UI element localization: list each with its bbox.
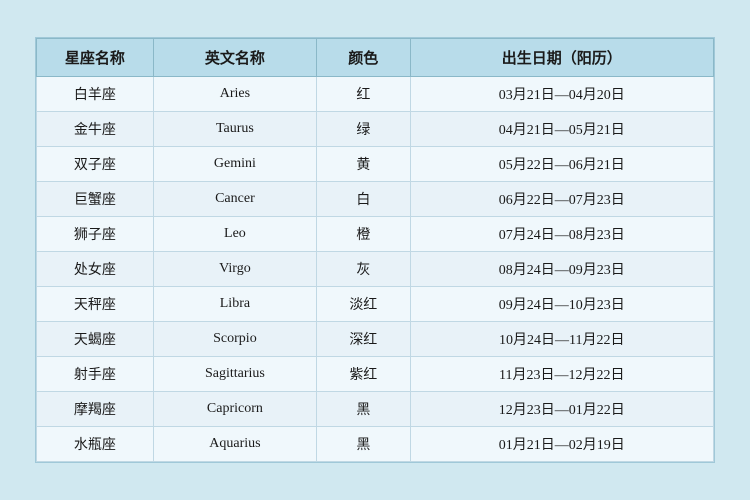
- cell-date: 10月24日—11月22日: [410, 322, 714, 357]
- cell-english: Leo: [153, 217, 316, 252]
- table-row: 摩羯座Capricorn黑12月23日—01月22日: [37, 392, 714, 427]
- cell-english: Libra: [153, 287, 316, 322]
- table-row: 金牛座Taurus绿04月21日—05月21日: [37, 112, 714, 147]
- table-row: 天蝎座Scorpio深红10月24日—11月22日: [37, 322, 714, 357]
- cell-color: 黑: [317, 392, 410, 427]
- cell-color: 橙: [317, 217, 410, 252]
- table-header-row: 星座名称 英文名称 颜色 出生日期（阳历）: [37, 39, 714, 77]
- cell-english: Aries: [153, 77, 316, 112]
- cell-date: 01月21日—02月19日: [410, 427, 714, 462]
- cell-color: 白: [317, 182, 410, 217]
- cell-color: 灰: [317, 252, 410, 287]
- table-row: 天秤座Libra淡红09月24日—10月23日: [37, 287, 714, 322]
- cell-chinese: 金牛座: [37, 112, 154, 147]
- cell-chinese: 巨蟹座: [37, 182, 154, 217]
- cell-color: 红: [317, 77, 410, 112]
- table-row: 处女座Virgo灰08月24日—09月23日: [37, 252, 714, 287]
- cell-color: 淡红: [317, 287, 410, 322]
- table-row: 水瓶座Aquarius黑01月21日—02月19日: [37, 427, 714, 462]
- cell-date: 08月24日—09月23日: [410, 252, 714, 287]
- cell-english: Cancer: [153, 182, 316, 217]
- cell-date: 06月22日—07月23日: [410, 182, 714, 217]
- cell-chinese: 摩羯座: [37, 392, 154, 427]
- cell-color: 深红: [317, 322, 410, 357]
- cell-english: Taurus: [153, 112, 316, 147]
- cell-color: 紫红: [317, 357, 410, 392]
- cell-chinese: 天秤座: [37, 287, 154, 322]
- cell-date: 05月22日—06月21日: [410, 147, 714, 182]
- cell-date: 04月21日—05月21日: [410, 112, 714, 147]
- cell-chinese: 狮子座: [37, 217, 154, 252]
- header-chinese: 星座名称: [37, 39, 154, 77]
- cell-chinese: 处女座: [37, 252, 154, 287]
- header-english: 英文名称: [153, 39, 316, 77]
- cell-date: 11月23日—12月22日: [410, 357, 714, 392]
- header-color: 颜色: [317, 39, 410, 77]
- table-row: 巨蟹座Cancer白06月22日—07月23日: [37, 182, 714, 217]
- cell-color: 黑: [317, 427, 410, 462]
- cell-date: 12月23日—01月22日: [410, 392, 714, 427]
- table-row: 双子座Gemini黄05月22日—06月21日: [37, 147, 714, 182]
- table-body: 白羊座Aries红03月21日—04月20日金牛座Taurus绿04月21日—0…: [37, 77, 714, 462]
- cell-date: 07月24日—08月23日: [410, 217, 714, 252]
- cell-date: 03月21日—04月20日: [410, 77, 714, 112]
- cell-english: Capricorn: [153, 392, 316, 427]
- table-row: 狮子座Leo橙07月24日—08月23日: [37, 217, 714, 252]
- cell-english: Sagittarius: [153, 357, 316, 392]
- table-row: 射手座Sagittarius紫红11月23日—12月22日: [37, 357, 714, 392]
- cell-chinese: 白羊座: [37, 77, 154, 112]
- header-date: 出生日期（阳历）: [410, 39, 714, 77]
- cell-english: Scorpio: [153, 322, 316, 357]
- cell-english: Gemini: [153, 147, 316, 182]
- table-row: 白羊座Aries红03月21日—04月20日: [37, 77, 714, 112]
- zodiac-table-container: 星座名称 英文名称 颜色 出生日期（阳历） 白羊座Aries红03月21日—04…: [35, 37, 715, 463]
- cell-chinese: 天蝎座: [37, 322, 154, 357]
- zodiac-table: 星座名称 英文名称 颜色 出生日期（阳历） 白羊座Aries红03月21日—04…: [36, 38, 714, 462]
- cell-chinese: 水瓶座: [37, 427, 154, 462]
- cell-english: Aquarius: [153, 427, 316, 462]
- cell-chinese: 射手座: [37, 357, 154, 392]
- cell-chinese: 双子座: [37, 147, 154, 182]
- cell-color: 黄: [317, 147, 410, 182]
- cell-color: 绿: [317, 112, 410, 147]
- cell-date: 09月24日—10月23日: [410, 287, 714, 322]
- cell-english: Virgo: [153, 252, 316, 287]
